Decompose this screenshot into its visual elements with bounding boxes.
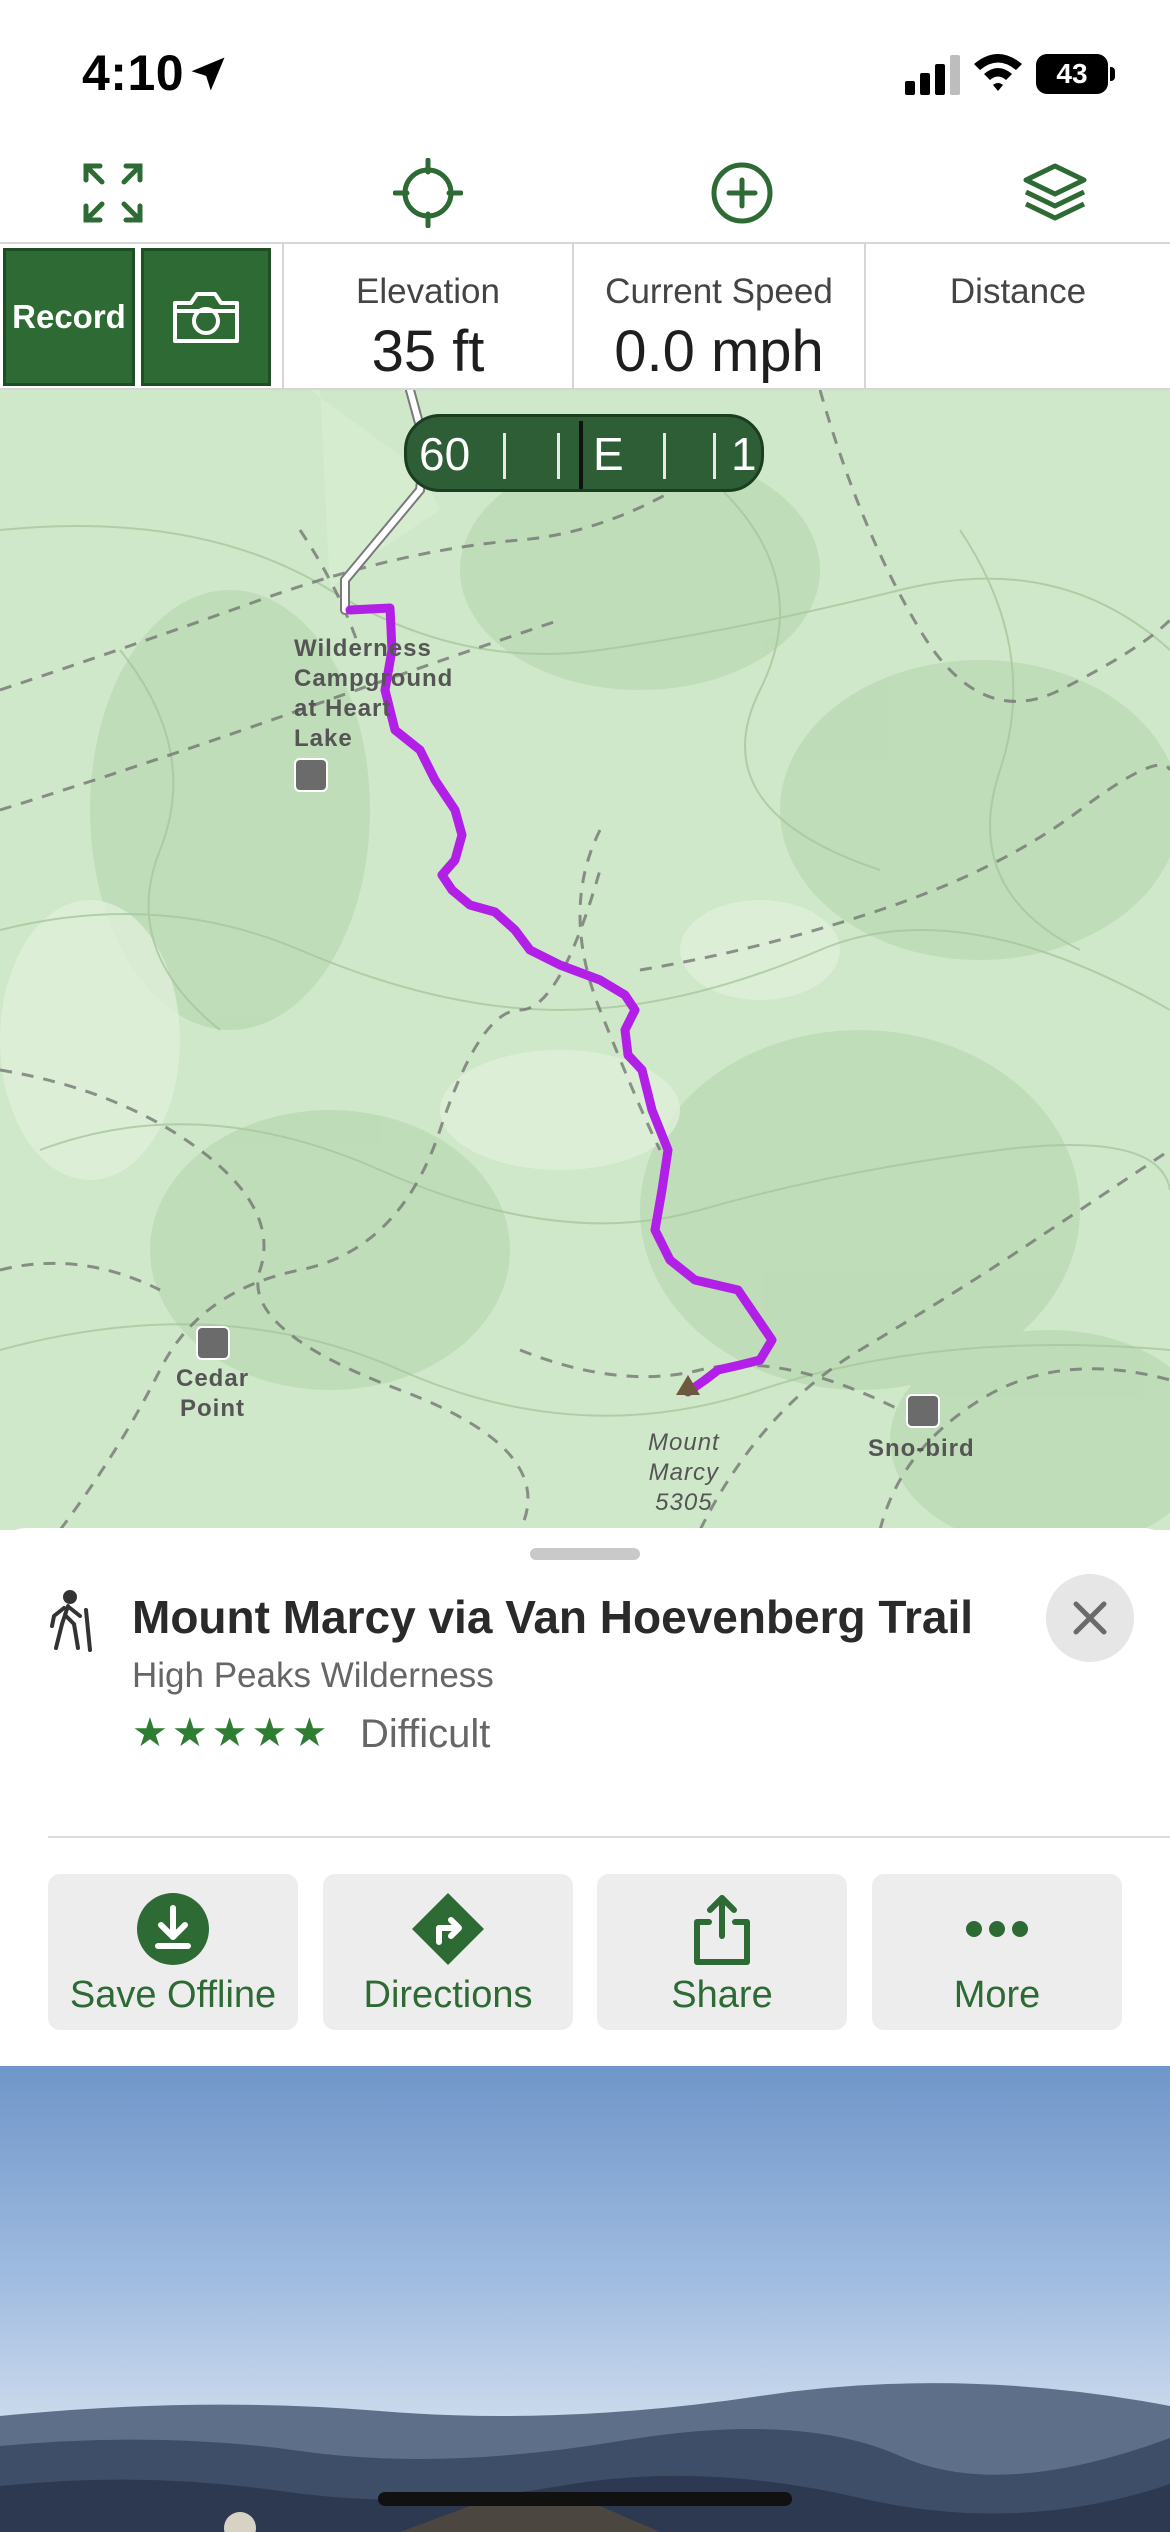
campground-label[interactable]: Wilderness Campground at Heart Lake (294, 634, 453, 754)
elevation-stat: Elevation 35 ft (282, 244, 572, 390)
trail-photo[interactable] (0, 2066, 1170, 2532)
save-offline-button[interactable]: Save Offline (48, 1874, 298, 2030)
compass-pointer (579, 421, 583, 489)
difficulty-label: Difficult (360, 1712, 491, 1756)
status-time: 4:10 (82, 45, 185, 101)
trail-region[interactable]: High Peaks Wilderness (132, 1656, 494, 1696)
speed-label: Current Speed (605, 272, 833, 311)
summit-view-image (0, 2066, 1170, 2532)
app-screen: 4:10 43 Record Elevation 35 ft Current S… (0, 0, 1170, 2532)
map-toolbar (0, 140, 1170, 244)
hiker-icon (50, 1590, 92, 1652)
sno-bird-campsite-icon[interactable] (906, 1394, 940, 1428)
distance-label: Distance (949, 272, 1087, 311)
more-icon (966, 1921, 1028, 1937)
divider (48, 1836, 1170, 1838)
share-icon (694, 1895, 750, 1965)
home-indicator[interactable] (378, 2492, 792, 2506)
battery-icon: 43 (1036, 54, 1116, 94)
distance-stat: Distance (864, 244, 1170, 390)
more-label: More (953, 1974, 1041, 2016)
share-label: Share (671, 1974, 773, 2016)
share-button[interactable]: Share (597, 1874, 847, 2030)
record-button[interactable]: Record (3, 248, 135, 386)
directions-button[interactable]: Directions (323, 1874, 573, 2030)
wifi-icon (974, 54, 1022, 91)
download-icon (137, 1893, 209, 1965)
close-button[interactable] (1046, 1574, 1134, 1662)
speed-stat: Current Speed 0.0 mph (572, 244, 864, 390)
compass-heading-value: E (593, 428, 624, 480)
sno-bird-label: Sno-bird (868, 1435, 975, 1462)
elevation-value: 35 ft (371, 319, 485, 384)
camera-icon (173, 292, 239, 343)
locate-icon (392, 157, 464, 229)
trail-title: Mount Marcy via Van Hoevenberg Trail (132, 1591, 974, 1643)
layers-button[interactable] (1020, 158, 1090, 228)
battery-level: 43 (1036, 54, 1108, 94)
close-icon (1073, 1601, 1107, 1635)
save-offline-label: Save Offline (69, 1974, 277, 2016)
rating-stars: ★★★★★ (132, 1711, 332, 1755)
cedar-point-campsite-icon[interactable] (196, 1326, 230, 1360)
expand-icon (83, 163, 143, 223)
compass-right-value: 1 (731, 428, 757, 480)
sheet-grabber[interactable] (530, 1548, 640, 1560)
status-bar: 4:10 43 (0, 0, 1170, 140)
binoculars-icon (294, 758, 328, 792)
add-button[interactable] (707, 158, 777, 228)
locate-button[interactable] (392, 157, 464, 229)
camera-button[interactable] (141, 248, 271, 386)
speed-value: 0.0 mph (614, 319, 824, 384)
tracking-stats-bar: Record Elevation 35 ft Current Speed 0.0… (0, 244, 1170, 390)
add-icon (711, 162, 773, 224)
compass-left-value: 60 (419, 428, 471, 480)
layers-icon (1023, 163, 1087, 221)
mount-marcy-label[interactable]: Mount Marcy 5305 (648, 1428, 720, 1518)
trail-detail-sheet: Mount Marcy via Van Hoevenberg Trail Hig… (0, 1528, 1170, 2066)
expand-button[interactable] (78, 158, 148, 228)
location-arrow-icon (191, 57, 225, 91)
more-button[interactable]: More (872, 1874, 1122, 2030)
directions-label: Directions (363, 1974, 533, 2016)
elevation-label: Elevation (356, 272, 500, 311)
cedar-point-label: Cedar Point (176, 1365, 250, 1422)
map-canvas (0, 390, 1170, 1530)
compass-heading: 60 E 1 (404, 414, 764, 492)
topo-map[interactable]: 60 E 1 Wilderness Campground at Heart La… (0, 390, 1170, 1530)
cellular-signal-icon (905, 55, 960, 95)
directions-icon (412, 1893, 484, 1965)
